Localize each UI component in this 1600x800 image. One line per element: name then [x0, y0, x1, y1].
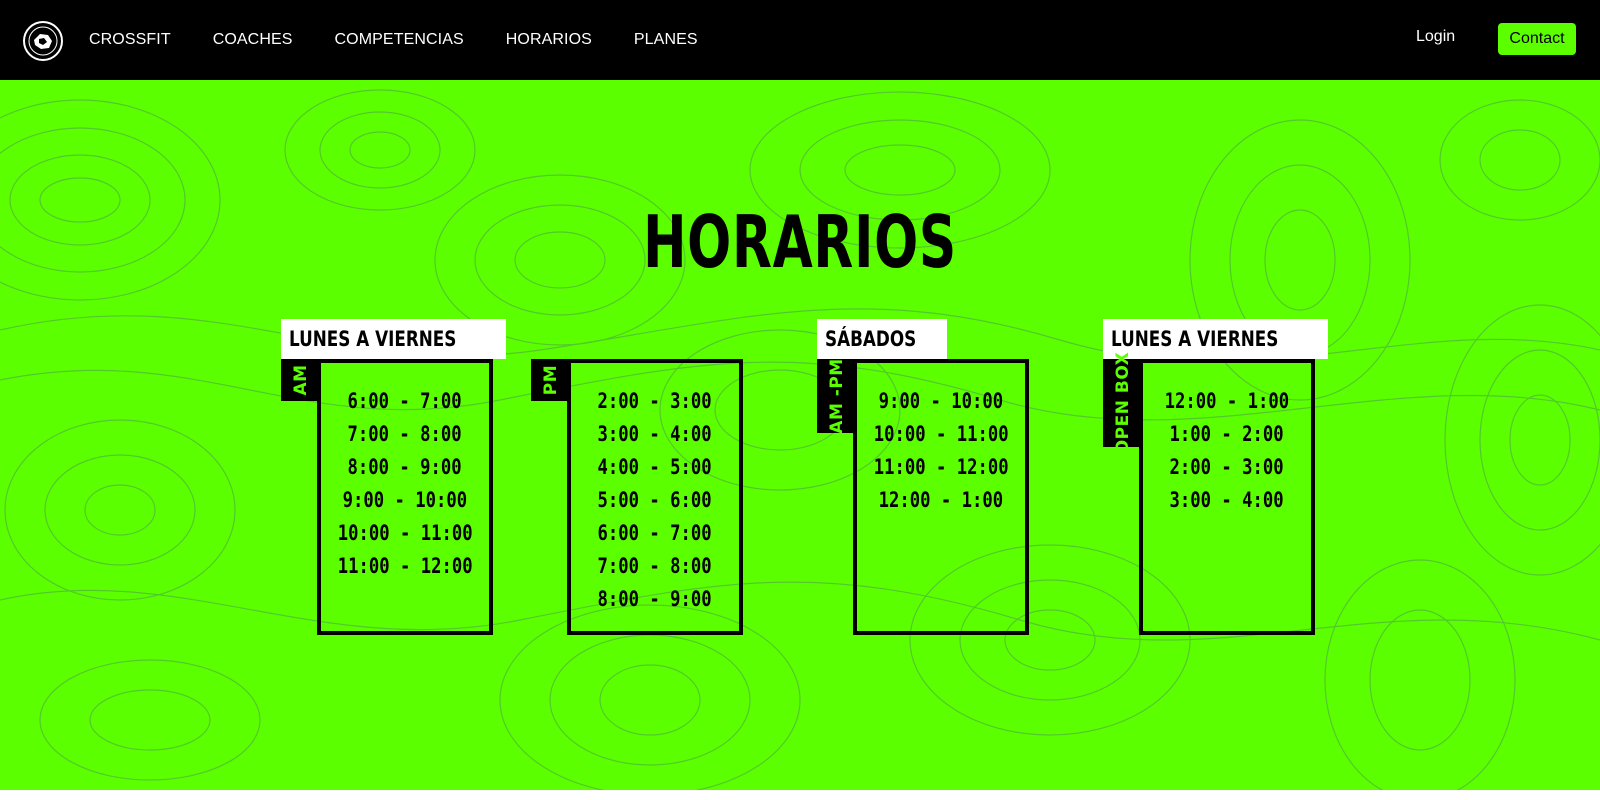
tab-label: OPEN BOX	[1113, 351, 1133, 455]
tab-label: AM -PM	[827, 358, 847, 434]
time-slot: 6:00 - 7:00	[347, 389, 463, 413]
tab-am: AM	[281, 359, 321, 401]
tab-label: AM	[291, 364, 311, 396]
time-slot: 1:00 - 2:00	[1169, 422, 1285, 446]
time-slot: 4:00 - 5:00	[597, 455, 713, 479]
gym-emblem-icon[interactable]	[22, 20, 64, 62]
schedule-card-am: 6:00 - 7:00 7:00 - 8:00 8:00 - 9:00 9:00…	[317, 359, 493, 635]
time-slot: 7:00 - 8:00	[347, 422, 463, 446]
nav-link-competencias[interactable]: COMPETENCIAS	[335, 31, 464, 49]
day-label-weekdays: LUNES A VIERNES	[281, 319, 507, 359]
day-label-text: LUNES A VIERNES	[1111, 327, 1279, 351]
time-slot: 10:00 - 11:00	[873, 422, 1009, 446]
main-nav: CROSSFIT COACHES COMPETENCIAS HORARIOS P…	[89, 0, 740, 80]
day-label-saturdays: SÁBADOS	[817, 319, 948, 359]
tab-pm: PM	[531, 359, 571, 401]
time-slot: 3:00 - 4:00	[597, 422, 713, 446]
time-slot: 8:00 - 9:00	[347, 455, 463, 479]
time-slot: 5:00 - 6:00	[597, 488, 713, 512]
navbar: CROSSFIT COACHES COMPETENCIAS HORARIOS P…	[0, 0, 1600, 80]
time-slot: 3:00 - 4:00	[1169, 488, 1285, 512]
time-slot: 12:00 - 1:00	[1164, 389, 1290, 413]
next-section-edge	[0, 790, 1600, 800]
nav-link-coaches[interactable]: COACHES	[213, 31, 293, 49]
contact-button[interactable]: Contact	[1498, 23, 1576, 55]
time-slot: 12:00 - 1:00	[878, 488, 1004, 512]
time-slot: 9:00 - 10:00	[342, 488, 468, 512]
tab-open-box: OPEN BOX	[1103, 352, 1143, 454]
nav-link-crossfit[interactable]: CROSSFIT	[89, 31, 171, 49]
day-label-text: SÁBADOS	[825, 327, 917, 351]
login-link[interactable]: Login	[1416, 28, 1455, 46]
time-slot: 2:00 - 3:00	[597, 389, 713, 413]
page-title: HORARIOS	[643, 200, 957, 284]
schedule-card-open-box: 12:00 - 1:00 1:00 - 2:00 2:00 - 3:00 3:0…	[1139, 359, 1315, 635]
schedule-card-saturday: 9:00 - 10:00 10:00 - 11:00 11:00 - 12:00…	[853, 359, 1029, 635]
tab-label: PM	[541, 364, 561, 396]
time-slot: 11:00 - 12:00	[337, 554, 473, 578]
time-slot: 11:00 - 12:00	[873, 455, 1009, 479]
schedule-card-pm: 2:00 - 3:00 3:00 - 4:00 4:00 - 5:00 5:00…	[567, 359, 743, 635]
topographic-background	[0, 89, 1600, 790]
time-slot: 6:00 - 7:00	[597, 521, 713, 545]
tab-am-pm: AM -PM	[817, 358, 857, 434]
day-label-text: LUNES A VIERNES	[289, 327, 457, 351]
nav-link-horarios[interactable]: HORARIOS	[506, 31, 592, 49]
time-slot: 8:00 - 9:00	[597, 587, 713, 611]
time-slot: 9:00 - 10:00	[878, 389, 1004, 413]
schedule-section: HORARIOS LUNES A VIERNES AM 6:00 - 7:00 …	[0, 80, 1600, 790]
time-slot: 7:00 - 8:00	[597, 554, 713, 578]
time-slot: 2:00 - 3:00	[1169, 455, 1285, 479]
nav-link-planes[interactable]: PLANES	[634, 31, 698, 49]
day-label-weekdays-openbox: LUNES A VIERNES	[1103, 319, 1329, 359]
time-slot: 10:00 - 11:00	[337, 521, 473, 545]
